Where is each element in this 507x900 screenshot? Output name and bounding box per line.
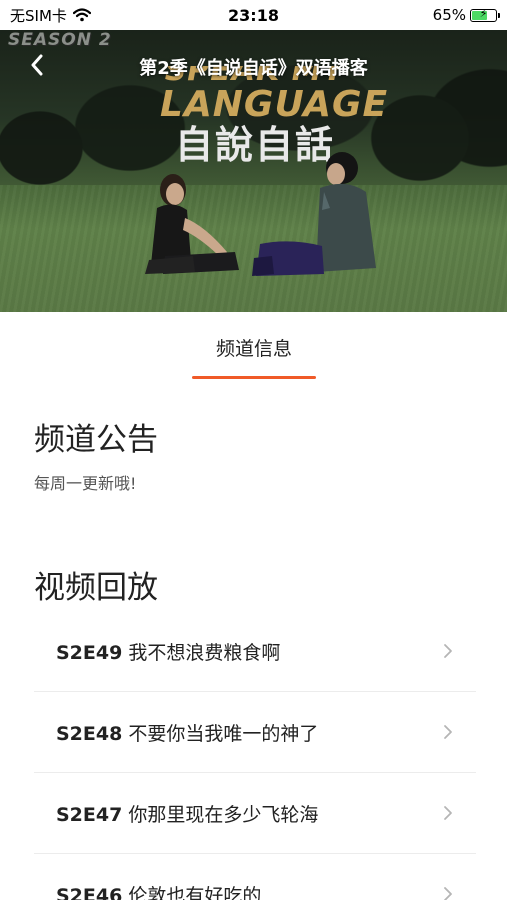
episode-label: S2E46 伦敦也有好吃的 bbox=[56, 881, 261, 900]
episode-row[interactable]: S2E46 伦敦也有好吃的 bbox=[34, 854, 476, 900]
wifi-icon bbox=[72, 8, 91, 22]
episode-title: 你那里现在多少飞轮海 bbox=[128, 803, 319, 826]
status-bar: 无SIM卡 23:18 65% ⚡ bbox=[0, 0, 507, 30]
episode-row[interactable]: S2E47 你那里现在多少飞轮海 bbox=[34, 773, 476, 854]
episode-code: S2E46 bbox=[56, 884, 123, 900]
episode-list: S2E49 我不想浪费粮食啊 S2E48 不要你当我唯一的神了 S2E47 你那… bbox=[34, 611, 476, 900]
episode-label: S2E49 我不想浪费粮食啊 bbox=[56, 638, 280, 665]
chevron-right-icon bbox=[444, 887, 452, 900]
episode-code: S2E49 bbox=[56, 641, 123, 664]
tab-bar: 频道信息 bbox=[0, 312, 507, 382]
chevron-right-icon bbox=[444, 725, 452, 739]
carrier-label: 无SIM卡 bbox=[10, 6, 67, 25]
tab-active-indicator bbox=[192, 376, 316, 379]
hero-banner: SEASON 2 SPEAK MY LANGUAGE 自說自話 bbox=[0, 0, 507, 312]
chevron-right-icon bbox=[444, 644, 452, 658]
battery-percent: 65% bbox=[432, 6, 466, 24]
person-left-figure bbox=[145, 174, 239, 274]
episode-label: S2E47 你那里现在多少飞轮海 bbox=[56, 800, 318, 827]
page-title: 第2季《自说自话》双语播客 bbox=[139, 58, 368, 79]
logo-line-2: LANGUAGE bbox=[160, 84, 389, 125]
episode-code: S2E48 bbox=[56, 722, 123, 745]
person-right-figure bbox=[252, 152, 376, 276]
status-left: 无SIM卡 bbox=[10, 5, 91, 26]
episode-row[interactable]: S2E48 不要你当我唯一的神了 bbox=[34, 692, 476, 773]
announcement-text: 每周一更新哦! bbox=[34, 474, 137, 493]
announcement-heading: 频道公告 bbox=[34, 422, 158, 458]
episode-row[interactable]: S2E49 我不想浪费粮食啊 bbox=[34, 611, 476, 692]
replay-heading: 视频回放 bbox=[34, 570, 158, 606]
episode-code: S2E47 bbox=[56, 803, 123, 826]
battery-icon: ⚡ bbox=[470, 6, 500, 22]
episode-title: 伦敦也有好吃的 bbox=[128, 884, 262, 900]
chevron-right-icon bbox=[444, 806, 452, 820]
charging-bolt-icon: ⚡ bbox=[479, 6, 488, 20]
episode-title: 我不想浪费粮食啊 bbox=[128, 641, 281, 664]
status-right: 65% ⚡ bbox=[432, 6, 500, 24]
episode-label: S2E48 不要你当我唯一的神了 bbox=[56, 719, 318, 746]
season-tag: SEASON 2 bbox=[8, 30, 112, 50]
tab-channel-info[interactable]: 频道信息 bbox=[192, 334, 316, 361]
episode-title: 不要你当我唯一的神了 bbox=[128, 722, 319, 745]
